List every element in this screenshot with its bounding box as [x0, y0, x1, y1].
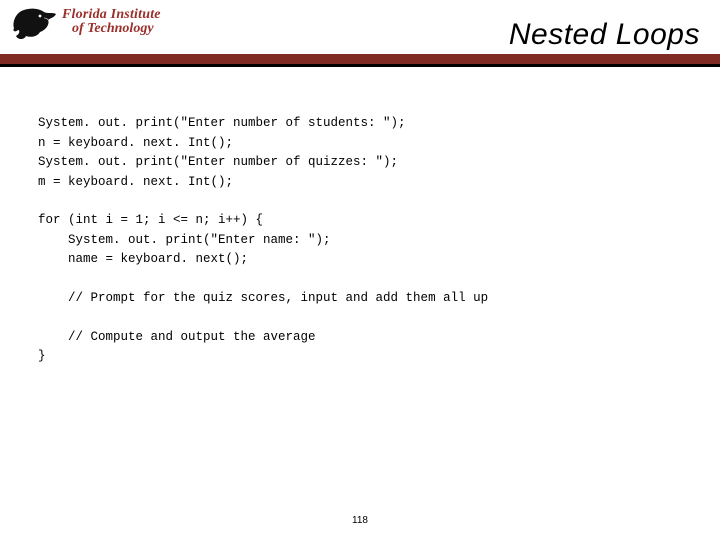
code-line: System. out. print("Enter name: ");: [38, 233, 331, 247]
divider-maroon: [0, 54, 720, 64]
slide-title: Nested Loops: [509, 18, 700, 52]
institution-logo: Florida Institute of Technology: [10, 2, 161, 42]
divider-black: [0, 64, 720, 67]
institution-line1: Florida Institute: [62, 8, 161, 22]
code-line: n = keyboard. next. Int();: [38, 136, 233, 150]
slide-content: System. out. print("Enter number of stud…: [38, 95, 700, 366]
code-block: System. out. print("Enter number of stud…: [38, 95, 700, 366]
code-line: }: [38, 349, 46, 363]
code-line: System. out. print("Enter number of quiz…: [38, 155, 398, 169]
code-line: m = keyboard. next. Int();: [38, 175, 233, 189]
code-line: // Prompt for the quiz scores, input and…: [38, 291, 488, 305]
institution-name: Florida Institute of Technology: [62, 8, 161, 36]
slide-header: Florida Institute of Technology Nested L…: [0, 0, 720, 65]
page-number: 118: [0, 515, 720, 526]
code-line: System. out. print("Enter number of stud…: [38, 116, 406, 130]
panther-icon: [10, 2, 58, 42]
code-line: // Compute and output the average: [38, 330, 316, 344]
institution-line2: of Technology: [72, 22, 161, 36]
code-line: name = keyboard. next();: [38, 252, 248, 266]
code-line: for (int i = 1; i <= n; i++) {: [38, 213, 263, 227]
